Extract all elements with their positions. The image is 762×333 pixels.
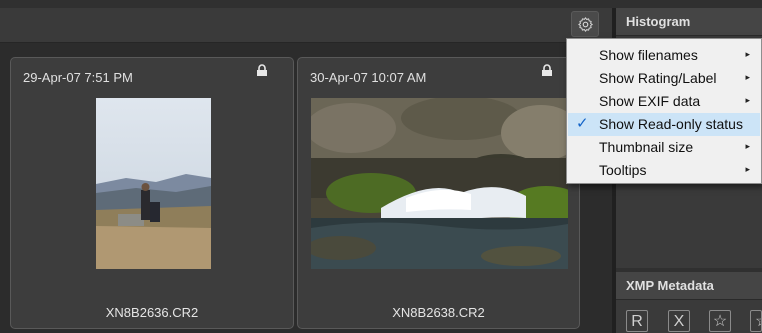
menu-item-label: Tooltips	[599, 162, 647, 178]
menu-item-label: Show Rating/Label	[599, 70, 717, 86]
delete-button[interactable]: X	[668, 310, 690, 332]
thumbnail-filename: XN8B2638.CR2	[392, 305, 485, 320]
settings-button[interactable]	[571, 11, 599, 37]
menu-item-show-read-only-status[interactable]: ✓ Show Read-only status	[568, 113, 760, 136]
thumbnail-date: 30-Apr-07 10:07 AM	[310, 70, 427, 85]
menu-item-label: Show Read-only status	[599, 116, 743, 132]
chevron-right-icon: ▸	[745, 72, 750, 82]
xmp-metadata-header[interactable]: XMP Metadata	[616, 272, 762, 300]
menu-item-tooltips[interactable]: Tooltips ▸	[568, 159, 760, 182]
menu-item-label: Thumbnail size	[599, 139, 694, 155]
chevron-right-icon: ▸	[745, 141, 750, 151]
thumbnail-card[interactable]: 30-Apr-07 10:07 AM XN8B2638.CR2	[297, 57, 580, 329]
photo-hilltop-person	[96, 98, 211, 269]
thumbnail-date: 29-Apr-07 7:51 PM	[23, 70, 133, 85]
menu-item-show-exif-data[interactable]: Show EXIF data ▸	[568, 90, 760, 113]
lock-icon	[542, 64, 552, 76]
photo-waterfall-stream	[311, 98, 568, 269]
menu-item-show-filenames[interactable]: Show filenames ▸	[568, 44, 760, 67]
panel-title: XMP Metadata	[626, 278, 714, 293]
chevron-right-icon: ▸	[745, 95, 750, 105]
reject-button[interactable]: R	[626, 310, 648, 332]
settings-menu: Show filenames ▸ Show Rating/Label ▸ Sho…	[566, 38, 762, 184]
lock-icon	[257, 64, 267, 76]
star-icon[interactable]: ☆	[709, 310, 731, 332]
gear-icon	[578, 17, 593, 32]
menu-item-label: Show filenames	[599, 47, 698, 63]
menu-item-show-rating-label[interactable]: Show Rating/Label ▸	[568, 67, 760, 90]
menu-item-thumbnail-size[interactable]: Thumbnail size ▸	[568, 136, 760, 159]
thumbnail-card[interactable]: 29-Apr-07 7:51 PM XN8B2636.CR2	[10, 57, 294, 329]
thumbnail-filename: XN8B2636.CR2	[105, 305, 199, 320]
star-icon[interactable]: ☆	[750, 310, 762, 332]
histogram-header[interactable]: Histogram	[616, 8, 762, 36]
chevron-right-icon: ▸	[745, 164, 750, 174]
panel-title: Histogram	[626, 14, 691, 29]
thumbnail-toolbar	[0, 8, 612, 43]
menu-item-label: Show EXIF data	[599, 93, 701, 109]
checkmark-icon: ✓	[576, 115, 589, 132]
chevron-right-icon: ▸	[745, 49, 750, 59]
